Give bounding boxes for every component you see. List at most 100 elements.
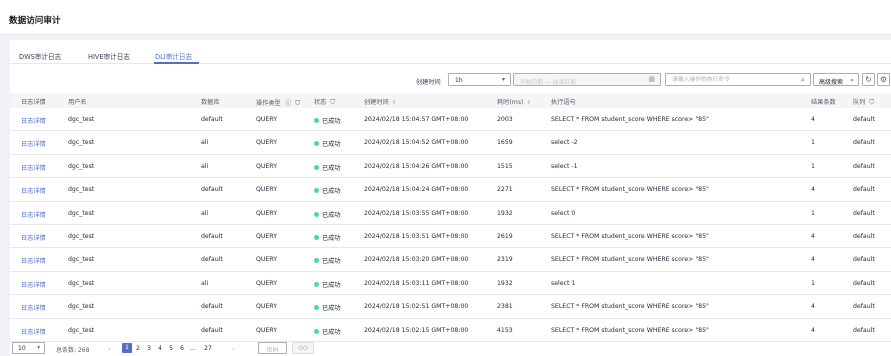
operation-type-cell: QUERY (256, 326, 277, 334)
username-cell: dgc_test (68, 232, 95, 240)
prev-page-icon[interactable]: ‹ (108, 345, 111, 353)
table-row: 日志详情 dgc_test ali QUERY 已成功 2024/02/18 15:04:… (10, 155, 891, 179)
result-count-cell: 1 (811, 279, 815, 287)
time-range-select[interactable]: 1h ▾ (448, 73, 511, 86)
tab-dli-audit-log[interactable]: DLI审计日志 (155, 51, 192, 61)
next-page-icon[interactable]: › (232, 345, 235, 353)
filter-icon[interactable]: ⛉ (330, 98, 335, 106)
page-jump-input[interactable]: 页码 (258, 342, 287, 354)
statement-cell: SELECT * FROM student_score WHERE score>… (551, 326, 709, 334)
created-time-cell: 2024/02/18 15:03:20 GMT+08:00 (364, 256, 469, 264)
page-jump-placeholder: 页码 (266, 347, 279, 354)
search-icon[interactable]: ⌕ (801, 75, 805, 85)
created-time-cell: 2024/02/18 15:03:55 GMT+08:00 (364, 209, 469, 217)
success-status-dot (314, 164, 319, 170)
col-duration[interactable]: 耗时(ms) ⇕ (497, 97, 531, 106)
database-cell: ali (201, 139, 209, 147)
status-cell: 已成功 (314, 327, 341, 336)
queue-cell: default (853, 209, 875, 217)
page-title: 数据访问审计 (9, 16, 61, 26)
log-detail-link[interactable]: 日志详情 (21, 139, 46, 148)
queue-cell: default (853, 162, 875, 170)
database-cell: default (201, 232, 223, 240)
queue-cell: default (853, 139, 875, 147)
log-detail-link[interactable]: 日志详情 (21, 327, 46, 336)
table-row: 日志详情 dgc_test default QUERY 已成功 2024/02/18 15… (10, 178, 891, 202)
database-cell: default (201, 186, 223, 194)
date-range-placeholder: 开始日期 — 结束日期 (520, 79, 576, 86)
username-cell: dgc_test (68, 162, 95, 170)
statement-cell: SELECT * FROM student_score WHERE score>… (551, 303, 709, 311)
go-button[interactable]: GO (292, 342, 314, 354)
refresh-button[interactable]: ↻ (862, 73, 875, 86)
success-status-dot (314, 258, 319, 264)
result-count-cell: 1 (811, 139, 815, 147)
log-detail-link[interactable]: 日志详情 (21, 233, 46, 242)
table-row: 日志详情 dgc_test ali QUERY 已成功 2024/02/18 15:03:… (10, 202, 891, 225)
duration-cell: 4153 (497, 326, 513, 334)
log-detail-link[interactable]: 日志详情 (21, 303, 46, 312)
operation-type-cell: QUERY (256, 139, 277, 147)
success-status-dot (314, 281, 319, 287)
statement-cell: select 0 (551, 209, 576, 217)
created-time-cell: 2024/02/18 15:04:52 GMT+08:00 (364, 139, 469, 147)
page-ellipsis: ... (190, 345, 196, 352)
success-status-dot (314, 305, 319, 311)
advanced-search-button[interactable]: 高级搜索 » (813, 73, 859, 86)
filter-icon[interactable]: ⛉ (869, 98, 874, 106)
status-cell: 已成功 (314, 116, 341, 125)
result-count-cell: 4 (811, 116, 815, 123)
page-number[interactable]: 4 (155, 344, 165, 354)
status-cell: 已成功 (314, 256, 341, 265)
table-row: 日志详情 dgc_test default QUERY 已成功 2024/02/18 15… (10, 248, 891, 272)
table-row: 日志详情 dgc_test default QUERY 已成功 2024/02/18 15… (10, 108, 891, 132)
log-detail-link[interactable]: 日志详情 (21, 163, 46, 172)
calendar-icon: ▦ (648, 75, 655, 83)
created-time-cell: 2024/02/18 15:04:24 GMT+08:00 (364, 186, 469, 194)
operation-type-cell: QUERY (256, 162, 277, 170)
status-cell: 已成功 (314, 210, 341, 219)
duration-cell: 2271 (497, 186, 513, 194)
page-number[interactable]: 1 (122, 343, 132, 353)
log-detail-link[interactable]: 日志详情 (21, 186, 46, 195)
duration-cell: 2619 (497, 232, 513, 240)
status-cell: 已成功 (314, 139, 341, 148)
log-detail-link[interactable]: 日志详情 (21, 280, 46, 289)
queue-cell: default (853, 232, 875, 240)
active-tab-indicator (154, 62, 199, 64)
sort-icon: ⇕ (391, 100, 397, 106)
duration-cell: 2381 (497, 303, 513, 311)
page-number[interactable]: 27 (203, 344, 213, 354)
table-row: 日志详情 dgc_test default QUERY 已成功 2024/02/18 15… (10, 225, 891, 249)
page-number[interactable]: 6 (177, 344, 187, 354)
database-cell: default (201, 303, 223, 311)
command-search-input[interactable] (666, 74, 796, 85)
settings-button[interactable]: ⚙ (877, 73, 890, 86)
username-cell: dgc_test (68, 326, 95, 334)
tab-hive-audit-log[interactable]: HIVE审计日志 (88, 51, 130, 61)
result-count-cell: 4 (811, 186, 815, 194)
table-row: 日志详情 dgc_test default QUERY 已成功 2024/02/18 15… (10, 295, 891, 319)
table-row: 日志详情 dgc_test ali QUERY 已成功 2024/02/18 15:04:… (10, 131, 891, 155)
tab-dws-audit-log[interactable]: DWS审计日志 (19, 51, 61, 61)
result-count-cell: 4 (811, 256, 815, 264)
page-size-select[interactable]: 10 ▾ (12, 342, 45, 354)
pagination: 10 ▾ 总条数: 268 ‹ 1 2 3 4 5 6... 27 › 页码 GO (10, 342, 891, 356)
log-detail-link[interactable]: 日志详情 (21, 116, 46, 125)
page-number[interactable]: 2 (133, 344, 143, 354)
success-status-dot (314, 188, 319, 194)
page-number[interactable]: 5 (166, 344, 176, 354)
col-created-time[interactable]: 创建时间 ⇕ (364, 97, 396, 106)
col-username: 用户名 (68, 99, 87, 106)
log-detail-link[interactable]: 日志详情 (21, 210, 46, 219)
created-time-label: 创建时间 (416, 79, 441, 86)
statement-cell: select -1 (551, 162, 578, 170)
col-queue: 队列 ⛉ (853, 98, 875, 106)
log-detail-link[interactable]: 日志详情 (21, 256, 46, 265)
filter-icon[interactable]: ⛉ (295, 99, 300, 107)
created-time-cell: 2024/02/18 15:04:57 GMT+08:00 (364, 116, 469, 123)
date-range-picker[interactable]: 开始日期 — 结束日期 ▦ (513, 73, 661, 86)
duration-cell: 2319 (497, 256, 513, 264)
page-number[interactable]: 3 (144, 344, 154, 354)
help-icon[interactable]: ⓘ (285, 99, 292, 107)
